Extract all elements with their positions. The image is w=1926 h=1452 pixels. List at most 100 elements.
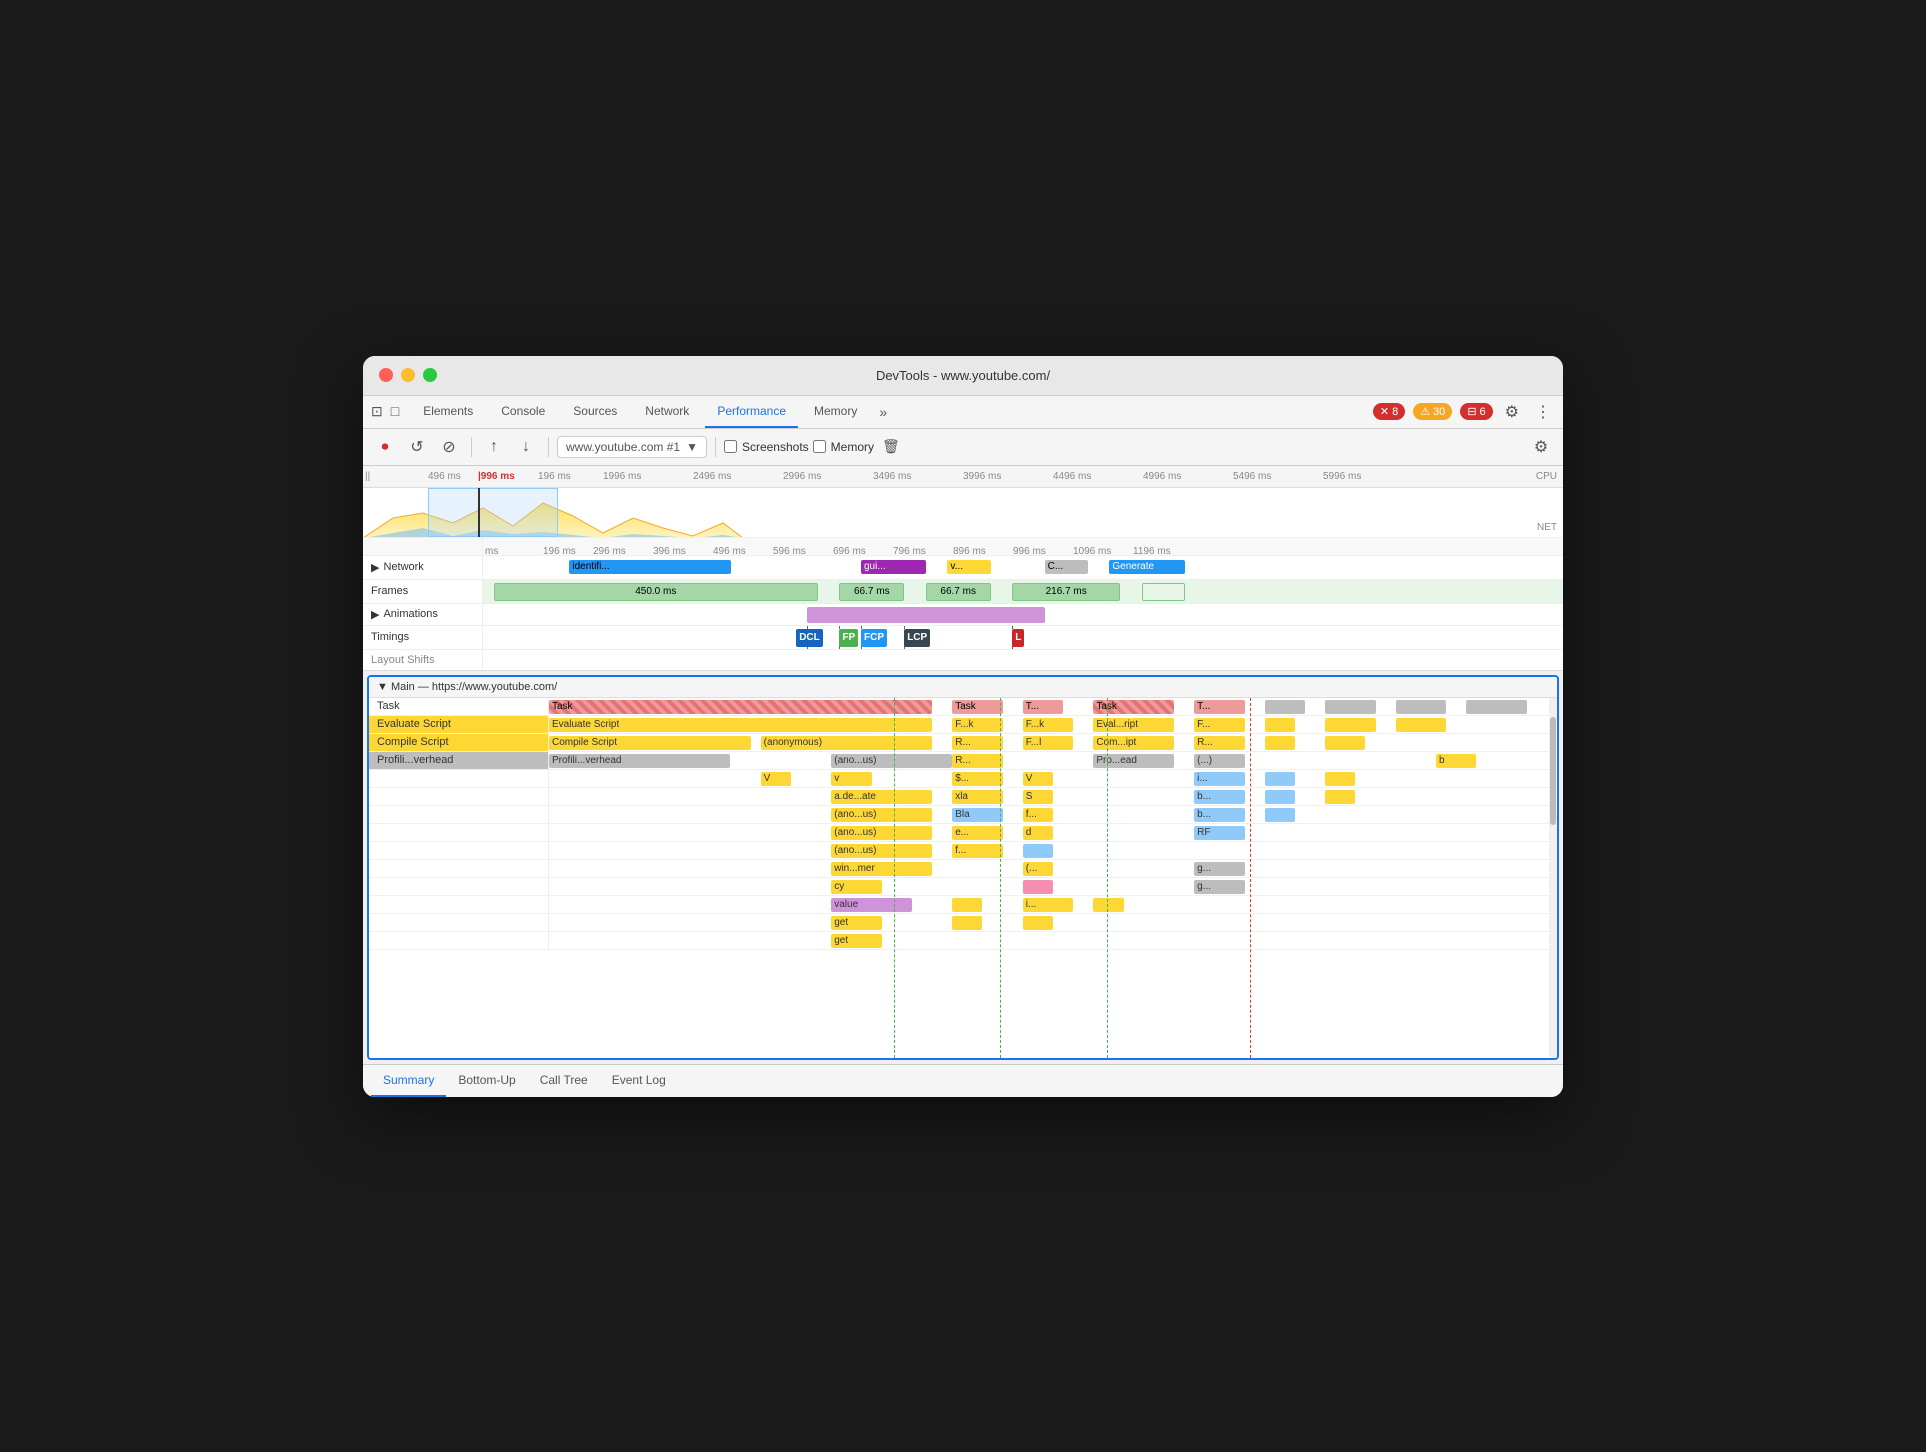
close-button[interactable]: [379, 368, 393, 382]
flame-block-evaluate1[interactable]: Evaluate Script: [549, 718, 932, 732]
toolbar-settings-button[interactable]: ⚙: [1527, 433, 1555, 461]
flame-block-yel2[interactable]: [1325, 790, 1355, 804]
flame-content-value[interactable]: value i...: [549, 896, 1557, 913]
maximize-button[interactable]: [423, 368, 437, 382]
flame-content-ano3[interactable]: (ano...us) f...: [549, 842, 1557, 859]
flame-block-ano1[interactable]: (ano...us): [831, 808, 932, 822]
flame-block-i2[interactable]: i...: [1023, 898, 1073, 912]
flame-block-compile1[interactable]: Compile Script: [549, 736, 751, 750]
tab-elements[interactable]: Elements: [411, 396, 485, 428]
bottom-tab-eventlog[interactable]: Event Log: [600, 1065, 678, 1097]
settings-icon[interactable]: ⚙: [1501, 398, 1523, 426]
flame-block-yel5[interactable]: [952, 916, 982, 930]
flame-block-cy[interactable]: cy: [831, 880, 881, 894]
flame-block-value[interactable]: value: [831, 898, 912, 912]
inspect-icon[interactable]: ⊡: [371, 403, 383, 420]
more-tabs-button[interactable]: »: [873, 396, 893, 428]
flame-block-evaluate2[interactable]: F...k: [952, 718, 1002, 732]
flame-block-pink[interactable]: [1023, 880, 1053, 894]
flame-block-profile5[interactable]: b: [1436, 754, 1476, 768]
tab-memory[interactable]: Memory: [802, 396, 869, 428]
flame-block-profile4[interactable]: (...): [1194, 754, 1244, 768]
clear-button[interactable]: ⊘: [435, 433, 463, 461]
flame-block-task3[interactable]: T...: [1023, 700, 1063, 714]
flame-block-win[interactable]: win...mer: [831, 862, 932, 876]
flame-block-evaluate4[interactable]: Eval...ript: [1093, 718, 1174, 732]
flame-block-compile-anon[interactable]: (anonymous): [761, 736, 932, 750]
flame-block-blue1[interactable]: [1265, 772, 1295, 786]
flame-block-yel4[interactable]: [1093, 898, 1123, 912]
flame-content-ano2[interactable]: (ano...us) e... d RF: [549, 824, 1557, 841]
memory-check[interactable]: Memory: [813, 440, 874, 454]
flame-content-win[interactable]: win...mer (... g...: [549, 860, 1557, 877]
bottom-tab-calltree[interactable]: Call Tree: [528, 1065, 600, 1097]
flame-block-xla[interactable]: xla: [952, 790, 1002, 804]
flame-block-V2[interactable]: V: [1023, 772, 1053, 786]
flame-block-g1[interactable]: g...: [1194, 862, 1244, 876]
flame-block-d[interactable]: d: [1023, 826, 1053, 840]
upload-button[interactable]: ↑: [480, 433, 508, 461]
flame-block-compile4[interactable]: Com...ipt: [1093, 736, 1174, 750]
error-badge[interactable]: ✕ 8: [1373, 403, 1405, 420]
bottom-tab-bottomup[interactable]: Bottom-Up: [446, 1065, 527, 1097]
flame-content-task[interactable]: Task Task T... Task T...: [549, 698, 1557, 715]
tab-network[interactable]: Network: [633, 396, 701, 428]
flame-block-compile6[interactable]: [1265, 736, 1295, 750]
flame-block-blue4[interactable]: [1023, 844, 1053, 858]
flame-block-task6[interactable]: [1265, 700, 1305, 714]
flame-block-g2[interactable]: g...: [1194, 880, 1244, 894]
flame-block-compile2[interactable]: R...: [952, 736, 1002, 750]
flame-block-yel6[interactable]: [1023, 916, 1053, 930]
flame-block-compile5[interactable]: R...: [1194, 736, 1244, 750]
flame-block-get1[interactable]: get: [831, 916, 881, 930]
tab-performance[interactable]: Performance: [705, 396, 798, 428]
device-icon[interactable]: □: [391, 403, 399, 420]
flame-block-get2[interactable]: get: [831, 934, 881, 948]
scrollbar-thumb[interactable]: [1550, 717, 1556, 825]
flame-content-v1[interactable]: V v $... V i...: [549, 770, 1557, 787]
flame-block-evaluate5[interactable]: F...: [1194, 718, 1244, 732]
flame-block-ano2[interactable]: (ano...us): [831, 826, 932, 840]
timeline-selection[interactable]: [428, 488, 558, 537]
flame-content-get2[interactable]: get: [549, 932, 1557, 949]
flame-block-evaluate8[interactable]: [1396, 718, 1446, 732]
flame-block-profile3[interactable]: Pro...ead: [1093, 754, 1174, 768]
flame-block-task7[interactable]: [1325, 700, 1375, 714]
memory-extra-icon[interactable]: 🗑: [878, 434, 904, 459]
flame-block-s[interactable]: S: [1023, 790, 1053, 804]
flame-block-rf[interactable]: RF: [1194, 826, 1244, 840]
flame-content-ano1[interactable]: (ano...us) Bla f... b...: [549, 806, 1557, 823]
more-options-icon[interactable]: ⋮: [1531, 398, 1555, 426]
flame-block-profile1[interactable]: Profili...verhead: [549, 754, 730, 768]
warn-badge[interactable]: ⚠ 30: [1413, 403, 1452, 420]
flame-block-dollar[interactable]: $...: [952, 772, 1002, 786]
flame-content-ade[interactable]: a.de...ate xla S b...: [549, 788, 1557, 805]
flame-block-task1[interactable]: Task: [549, 700, 932, 714]
flame-block-e[interactable]: e...: [952, 826, 1002, 840]
flame-block-v[interactable]: v: [831, 772, 871, 786]
flame-block-i1[interactable]: i...: [1194, 772, 1244, 786]
flame-block-task2[interactable]: Task: [952, 700, 1002, 714]
reload-record-button[interactable]: ↺: [403, 433, 431, 461]
flame-block-bla[interactable]: Bla: [952, 808, 1002, 822]
flame-block-ade[interactable]: a.de...ate: [831, 790, 932, 804]
flame-block-yel3[interactable]: [952, 898, 982, 912]
flame-content-compile[interactable]: Compile Script (anonymous) R... F...l Co…: [549, 734, 1557, 751]
flame-block-V[interactable]: V: [761, 772, 791, 786]
flame-block-f1[interactable]: f...: [1023, 808, 1053, 822]
flame-content-evaluate[interactable]: Evaluate Script F...k F...k Eval...ript …: [549, 716, 1557, 733]
flame-block-ano3[interactable]: (ano...us): [831, 844, 932, 858]
flame-chart-scrollbar[interactable]: [1549, 698, 1557, 1058]
animations-expand-icon[interactable]: ▶: [371, 608, 379, 621]
flame-block-task8[interactable]: [1396, 700, 1446, 714]
flame-block-blue2[interactable]: [1265, 790, 1295, 804]
flame-block-profile2[interactable]: R...: [952, 754, 1002, 768]
flame-block-profile-anon[interactable]: (ano...us): [831, 754, 952, 768]
flame-content-profile[interactable]: Profili...verhead (ano...us) R... Pro...…: [549, 752, 1557, 769]
flame-block-compile7[interactable]: [1325, 736, 1365, 750]
flame-content-get1[interactable]: get: [549, 914, 1557, 931]
flame-block-b1[interactable]: b...: [1194, 790, 1244, 804]
info-badge[interactable]: ⊟ 6: [1460, 403, 1492, 420]
flame-block-task9[interactable]: [1466, 700, 1526, 714]
flame-block-task5[interactable]: T...: [1194, 700, 1244, 714]
